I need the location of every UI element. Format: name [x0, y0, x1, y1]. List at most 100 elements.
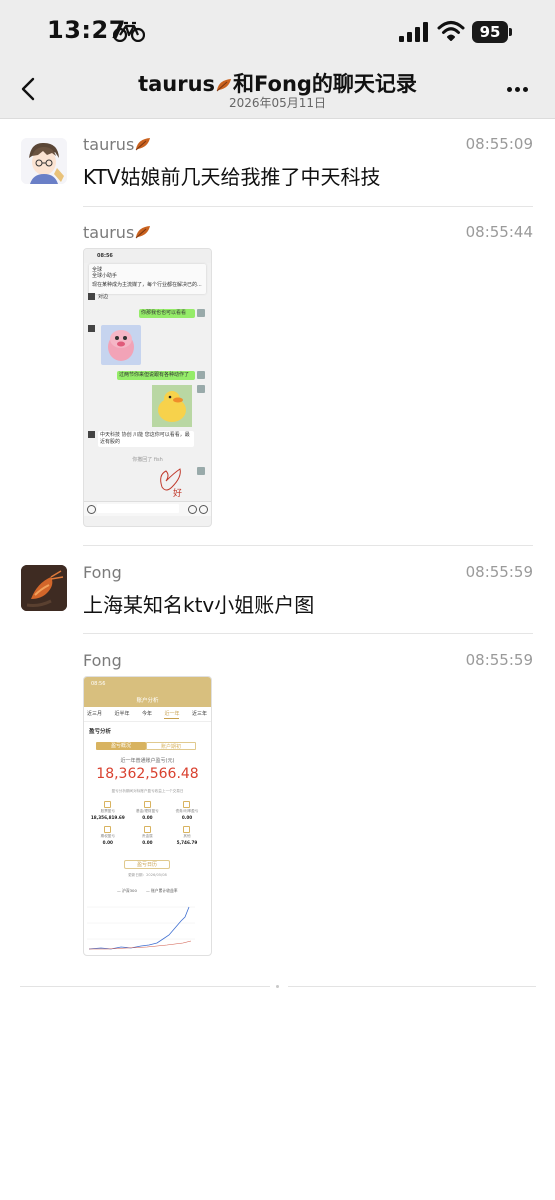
thumb-update: 更新日期：2026/05/08 — [128, 873, 167, 877]
thumb-voice-icon — [87, 505, 96, 514]
avatar-taurus[interactable] — [21, 138, 67, 184]
thumb-stat-value: 18,356,819.69 — [90, 815, 125, 820]
end-of-records-line — [288, 986, 536, 987]
duck-sticker-image — [152, 385, 192, 427]
thumb-caption: 近一年普通账户盈亏(元) — [120, 758, 175, 764]
sender-name: Fong — [83, 651, 122, 670]
thumb-input-bar — [84, 501, 211, 516]
thumb-bubble: 过两节你来但说跟有各种动作了 — [117, 371, 195, 380]
thumb-avatar — [197, 467, 205, 475]
thumb-stat-cell: 其他 5,746.79 — [167, 826, 207, 851]
thumb-avatar — [88, 293, 95, 300]
thumb-calendar-button: 盈亏日历 — [124, 860, 170, 869]
end-of-records-line — [20, 986, 270, 987]
thumb-stat-cell: 贵金属 0.00 — [128, 826, 168, 851]
thumb-section-title: 盈亏分析 — [89, 729, 112, 735]
thumb-emoji-icon — [188, 505, 197, 514]
sender-name: Fong — [83, 563, 122, 582]
title-sender: taurus — [138, 72, 216, 96]
thumb-plus-icon — [199, 505, 208, 514]
message-time: 08:55:44 — [465, 223, 533, 241]
thumb-bubble: 你那我也也可以看看 — [139, 309, 195, 318]
thumb-stat-cell: 债券/利率盈亏 0.00 — [167, 801, 207, 826]
thumb-notification: 全球 全球小助手 现在某种成为主流媒了，每个行业都在解决已的... — [89, 264, 206, 294]
thumb-notification-sub: 全球小助手 — [92, 273, 118, 279]
thumb-tab: 近一年 — [164, 711, 180, 719]
thumb-legend-2: — 账户累计收益率 — [146, 888, 178, 893]
battery-indicator: 95 — [472, 21, 508, 43]
thumb-stat-label: 贵金属 — [142, 834, 153, 838]
thumb-stat-cell: 基金/理财盈亏 0.00 — [128, 801, 168, 826]
thumb-avatar — [197, 371, 205, 379]
thumb-return-chart — [87, 906, 195, 950]
message-text[interactable]: KTV姑娘前几天给我推了中天科技 — [83, 161, 380, 190]
thumb-stat-label: 基金/理财盈亏 — [136, 809, 159, 813]
thumb-tab: 近半年 — [114, 711, 130, 717]
thumb-stat-label: 其他 — [183, 834, 191, 838]
nav-bar: taurus 和Fong的聊天记录 2026年05月11日 — [0, 62, 555, 119]
end-of-records-dot — [276, 985, 279, 988]
thumb-avatar — [88, 325, 95, 332]
thumb-stat-value: 0.00 — [142, 815, 153, 820]
sender-name-text: taurus — [83, 223, 135, 242]
thumb-stat-icon — [143, 801, 151, 808]
sender-name: taurus — [83, 223, 152, 242]
thumb-legend-1: — 沪深300 — [117, 888, 137, 893]
thumb-legend-2-text: 账户累计收益率 — [151, 888, 178, 893]
more-options-icon[interactable] — [505, 80, 533, 100]
wifi-icon — [437, 21, 465, 41]
thumb-stat-icon — [183, 801, 191, 808]
sender-name: taurus — [83, 135, 152, 154]
maple-leaf-emoji-icon — [135, 226, 151, 239]
maple-leaf-emoji-icon — [135, 138, 151, 151]
thumb-line: 对边 — [98, 294, 109, 300]
status-bar: 13:27 95 — [0, 0, 555, 62]
thumb-stat-icon — [104, 826, 112, 833]
message-time: 08:55:59 — [465, 651, 533, 669]
thumb-note: 盈亏分析期间对标账户盈亏收益上一个交易日 — [111, 789, 184, 793]
account-screenshot-image[interactable]: 08:56 账户分析 近三月 近半年 今年 近一年 近三年 盈亏分析 盈亏概况 账户期初… — [83, 676, 212, 956]
thumb-stat-value: 5,746.79 — [176, 840, 198, 845]
battery-cap — [509, 28, 512, 36]
title-rest: 和Fong的聊天记录 — [233, 72, 417, 96]
lobster-avatar-icon — [21, 565, 67, 611]
thumb-avatar — [88, 431, 95, 438]
thumb-tabs: 近三月 近半年 今年 近一年 近三年 — [87, 710, 207, 719]
thumb-stat-value: 0.00 — [181, 815, 193, 820]
anime-boy-avatar-icon — [21, 138, 67, 184]
thumb-avatar — [197, 309, 205, 317]
thumb-stat-value: 0.00 — [142, 840, 153, 845]
maple-leaf-emoji-icon — [216, 79, 232, 92]
cellular-signal-icon — [399, 22, 428, 42]
thumb-tab: 今年 — [141, 711, 152, 717]
ok-hand-sticker-icon: 好 — [160, 468, 182, 499]
sticker-text: 好 — [173, 487, 182, 499]
message-text[interactable]: 上海某知名ktv小姐账户图 — [83, 589, 314, 618]
thumb-system-note: 你撤回了 fish — [132, 457, 163, 463]
thumb-big-value: 18,362,566.48 — [96, 766, 199, 782]
thumb-text-field — [97, 504, 179, 513]
thumb-stat-label: 债券/利率盈亏 — [175, 809, 199, 813]
thumb-toggle-left: 盈亏概况 — [96, 742, 146, 750]
thumb-notification-body: 现在某种成为主流媒了，每个行业都在解决已的... — [92, 282, 202, 288]
message-time: 08:55:59 — [465, 563, 533, 581]
message-divider — [83, 545, 533, 546]
message-time: 08:55:09 — [465, 135, 533, 153]
page-subtitle-date: 2026年05月11日 — [228, 96, 327, 110]
thumb-clock: 08:56 — [91, 681, 106, 687]
thumb-legend-1-text: 沪深300 — [122, 888, 137, 893]
pink-bear-sticker-image — [101, 325, 141, 365]
avatar-fong[interactable] — [21, 565, 67, 611]
thumb-title: 账户分析 — [136, 698, 159, 704]
thumb-avatar — [197, 385, 205, 393]
thumb-stat-cell: 期权盈亏 0.00 — [88, 826, 128, 851]
thumb-toggle-right: 账户期初 — [146, 742, 196, 750]
sender-name-text: taurus — [83, 135, 135, 154]
thumb-stat-icon — [183, 826, 191, 833]
thumb-tab: 近三年 — [191, 711, 207, 717]
bicycle-icon — [113, 21, 145, 42]
thumb-stat-value: 0.00 — [102, 840, 113, 845]
thumb-bubble: 中天科技 协创 川能 您这你可以看看，最近有股的 — [98, 431, 194, 447]
message-divider — [83, 633, 533, 634]
chat-screenshot-image[interactable]: 08:56 全球 全球小助手 现在某种成为主流媒了，每个行业都在解决已的... … — [83, 248, 212, 527]
